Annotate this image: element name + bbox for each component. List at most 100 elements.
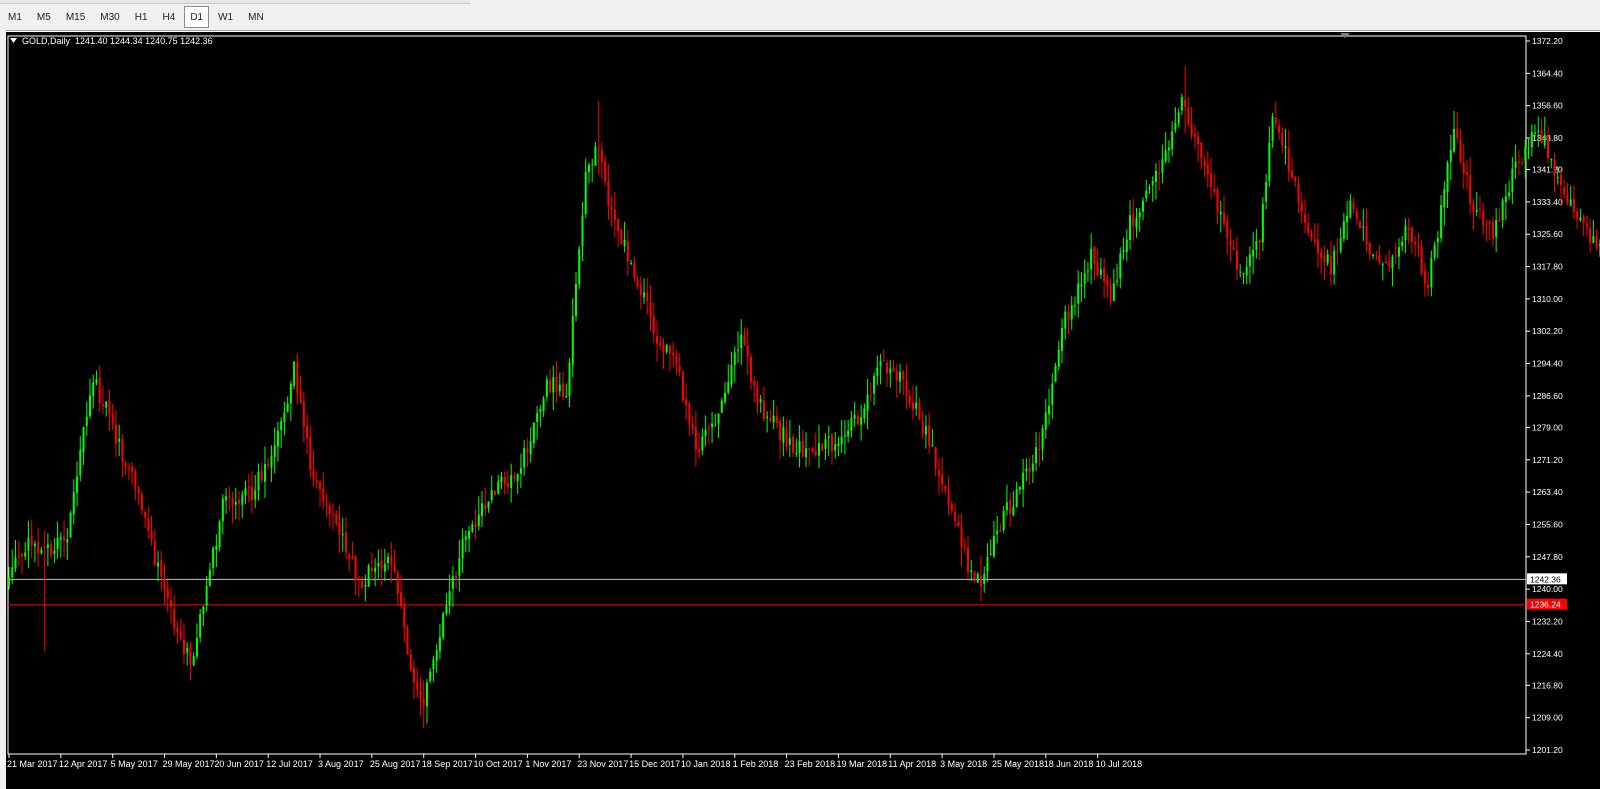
chart-window[interactable]: 1372.201364.401356.601348.801341.201333.… xyxy=(6,32,1600,789)
candle-body xyxy=(503,477,506,485)
time-axis-label: 20 Jun 2017 xyxy=(214,759,264,769)
candle-body xyxy=(1064,311,1067,329)
candle-body xyxy=(536,413,539,422)
candle-body xyxy=(127,467,130,469)
time-axis-label: 23 Feb 2018 xyxy=(785,759,836,769)
candle-body xyxy=(1073,305,1076,307)
candle-body xyxy=(1096,262,1099,276)
timeframe-button-w1[interactable]: W1 xyxy=(212,6,239,28)
current-price-label: 1242.36 xyxy=(1530,574,1561,584)
candle-body xyxy=(92,382,95,397)
timeframe-toolbar: M1 M5 M15 M30 H1 H4 D1 W1 MN xyxy=(0,0,1600,31)
time-axis-label: 12 Jul 2017 xyxy=(266,759,313,769)
price-axis-label: 1271.20 xyxy=(1532,455,1563,465)
candle-body xyxy=(675,354,678,365)
candle-body xyxy=(989,553,992,555)
candle-body xyxy=(173,609,176,629)
candle-body xyxy=(652,316,655,334)
candle-body xyxy=(737,349,739,351)
price-chart[interactable]: 1372.201364.401356.601348.801341.201333.… xyxy=(6,32,1600,789)
candle-body xyxy=(406,627,409,654)
candle-body xyxy=(306,426,309,439)
candle-body xyxy=(1132,213,1135,227)
candle-body xyxy=(1174,122,1177,130)
candle-body xyxy=(225,496,228,501)
candle-body xyxy=(1287,148,1290,172)
candle-body xyxy=(1569,199,1572,206)
timeframe-button-m5[interactable]: M5 xyxy=(31,6,57,28)
candle-body xyxy=(335,513,338,524)
candle-body xyxy=(451,576,454,589)
candle-body xyxy=(202,606,205,614)
dropdown-triangle-icon[interactable] xyxy=(10,38,17,43)
timeframe-button-m15[interactable]: M15 xyxy=(60,6,91,28)
candle-body xyxy=(886,362,889,373)
candle-body xyxy=(513,475,516,479)
candle-body xyxy=(1420,246,1423,273)
toolbar-top-strip xyxy=(0,0,470,4)
candle-body xyxy=(970,570,973,572)
candle-body xyxy=(1090,248,1093,270)
candle-body xyxy=(1365,225,1368,245)
candle-body xyxy=(532,422,535,444)
timeframe-button-m30[interactable]: M30 xyxy=(94,6,125,28)
candle-body xyxy=(620,229,623,244)
candle-body xyxy=(1038,448,1041,450)
candle-body xyxy=(1070,305,1073,320)
candle-body xyxy=(435,650,438,662)
time-axis-label: 12 Apr 2017 xyxy=(59,759,108,769)
candle-body xyxy=(1323,255,1326,262)
candle-body xyxy=(283,412,286,422)
candle-body xyxy=(643,292,646,298)
candle-body xyxy=(779,421,782,441)
candle-body xyxy=(827,436,830,438)
timeframe-button-h4[interactable]: H4 xyxy=(157,6,182,28)
timeframe-button-h1[interactable]: H1 xyxy=(129,6,154,28)
candle-body xyxy=(746,345,749,357)
time-axis-label: 3 May 2018 xyxy=(940,759,987,769)
candle-body xyxy=(1099,269,1102,275)
time-axis-label: 10 Jul 2018 xyxy=(1096,759,1143,769)
candle-body xyxy=(999,529,1002,532)
candle-body xyxy=(289,383,292,404)
candle-body xyxy=(905,380,908,396)
candle-body xyxy=(740,334,743,349)
candle-body xyxy=(902,371,905,380)
candle-body xyxy=(53,550,56,554)
candle-body xyxy=(1553,159,1556,175)
timeframe-button-m1[interactable]: M1 xyxy=(2,6,28,28)
timeframe-button-mn[interactable]: MN xyxy=(242,6,270,28)
candle-body xyxy=(121,439,124,462)
candle-body xyxy=(1359,220,1362,229)
candle-body xyxy=(1239,271,1242,273)
candle-body xyxy=(455,575,458,579)
candle-body xyxy=(293,361,296,386)
candle-body xyxy=(1083,273,1086,284)
time-axis-label: 25 Aug 2017 xyxy=(370,759,421,769)
candle-body xyxy=(649,302,652,317)
candle-body xyxy=(50,544,53,556)
candle-body xyxy=(992,536,995,557)
candle-body xyxy=(27,537,30,551)
candle-body xyxy=(383,563,386,572)
candle-body xyxy=(474,522,477,528)
candle-body xyxy=(1433,244,1436,258)
candle-body xyxy=(66,539,69,543)
candle-body xyxy=(678,365,681,372)
candle-body xyxy=(247,487,250,489)
candle-body xyxy=(1407,227,1410,230)
candle-body xyxy=(1508,192,1511,197)
candle-body xyxy=(422,698,425,706)
time-axis-label: 25 May 2018 xyxy=(992,759,1044,769)
candle-body xyxy=(56,537,59,549)
candle-body xyxy=(759,399,762,403)
price-axis: 1372.201364.401356.601348.801341.201333.… xyxy=(7,35,1563,755)
timeframe-button-d1[interactable]: D1 xyxy=(184,6,210,28)
candle-body xyxy=(1180,96,1183,111)
candle-body xyxy=(1346,215,1349,223)
horizontal-level-label: 1236.24 xyxy=(1530,600,1561,610)
candle-body xyxy=(160,560,163,577)
candle-body xyxy=(519,468,522,474)
candle-body xyxy=(1485,224,1488,226)
time-axis-label: 19 Mar 2018 xyxy=(836,759,887,769)
